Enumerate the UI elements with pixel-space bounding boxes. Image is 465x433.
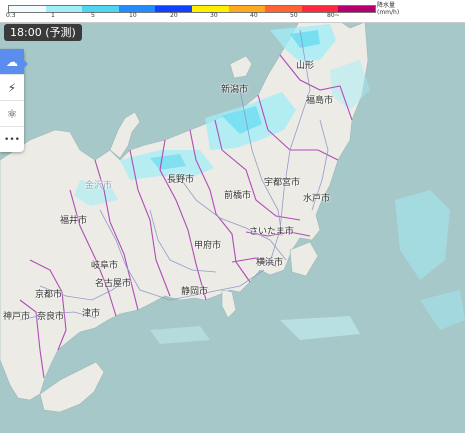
- legend-color-segment: [228, 6, 266, 12]
- city-label-nara: 奈良市: [37, 312, 65, 322]
- city-label-nagoya: 名古屋市: [95, 279, 132, 289]
- more-icon[interactable]: •••: [0, 127, 24, 152]
- legend-color-bar: [8, 5, 376, 13]
- lightning-icon[interactable]: ⚡: [0, 75, 24, 101]
- legend-tick: 10: [129, 12, 137, 19]
- city-label-saitama: さいたま市: [249, 227, 294, 237]
- city-label-tsu: 津市: [82, 309, 101, 319]
- city-label-utsunomiya: 宇都宮市: [264, 178, 301, 188]
- legend-unit-title: 降水量: [377, 2, 396, 9]
- city-label-kofu: 甲府市: [194, 241, 222, 251]
- legend-color-segment: [338, 6, 375, 12]
- city-label-gifu: 岐阜市: [91, 261, 119, 271]
- legend-color-segment: [82, 6, 119, 12]
- city-label-kanazawa: 金沢市: [85, 181, 113, 191]
- city-label-fukushima: 福島市: [306, 96, 334, 106]
- legend-tick: 40: [250, 12, 258, 19]
- legend-tick: 30: [210, 12, 218, 19]
- legend-tick: 1: [51, 12, 55, 19]
- city-label-yamagata: 山形: [296, 61, 315, 71]
- legend-unit-label: (mm/h): [377, 9, 400, 16]
- legend-tick: 20: [170, 12, 178, 19]
- atom-icon[interactable]: ⚛: [0, 101, 24, 127]
- precipitation-legend: 0.3 1 5 10 20 30 40 50 80~ 降水量 (mm/h): [0, 0, 465, 23]
- legend-color-segment: [118, 6, 156, 12]
- legend-tick: 5: [91, 12, 95, 19]
- legend-tick: 0.3: [6, 12, 16, 19]
- city-label-yokohama: 横浜市: [256, 258, 284, 268]
- city-label-kyoto: 京都市: [35, 290, 63, 300]
- city-label-nagano: 長野市: [167, 175, 195, 185]
- city-label-kobe: 神戸市: [3, 312, 31, 322]
- forecast-time-badge: 18:00 (予測): [4, 24, 82, 41]
- city-label-mito: 水戸市: [303, 194, 331, 204]
- rain-cloud-icon[interactable]: ☁: [0, 49, 24, 75]
- legend-unit: 降水量 (mm/h): [377, 2, 399, 16]
- city-label-fukui: 福井市: [60, 216, 88, 226]
- city-label-maebashi: 前橋市: [224, 191, 252, 201]
- active-layer-indicator: [24, 60, 28, 68]
- legend-tick: 50: [290, 12, 298, 19]
- city-label-niigata: 新潟市: [221, 85, 249, 95]
- layer-toolbar: ☁ ⚡ ⚛ •••: [0, 49, 24, 152]
- legend-tick: 80~: [327, 12, 340, 19]
- city-label-shizuoka: 静岡市: [181, 287, 209, 297]
